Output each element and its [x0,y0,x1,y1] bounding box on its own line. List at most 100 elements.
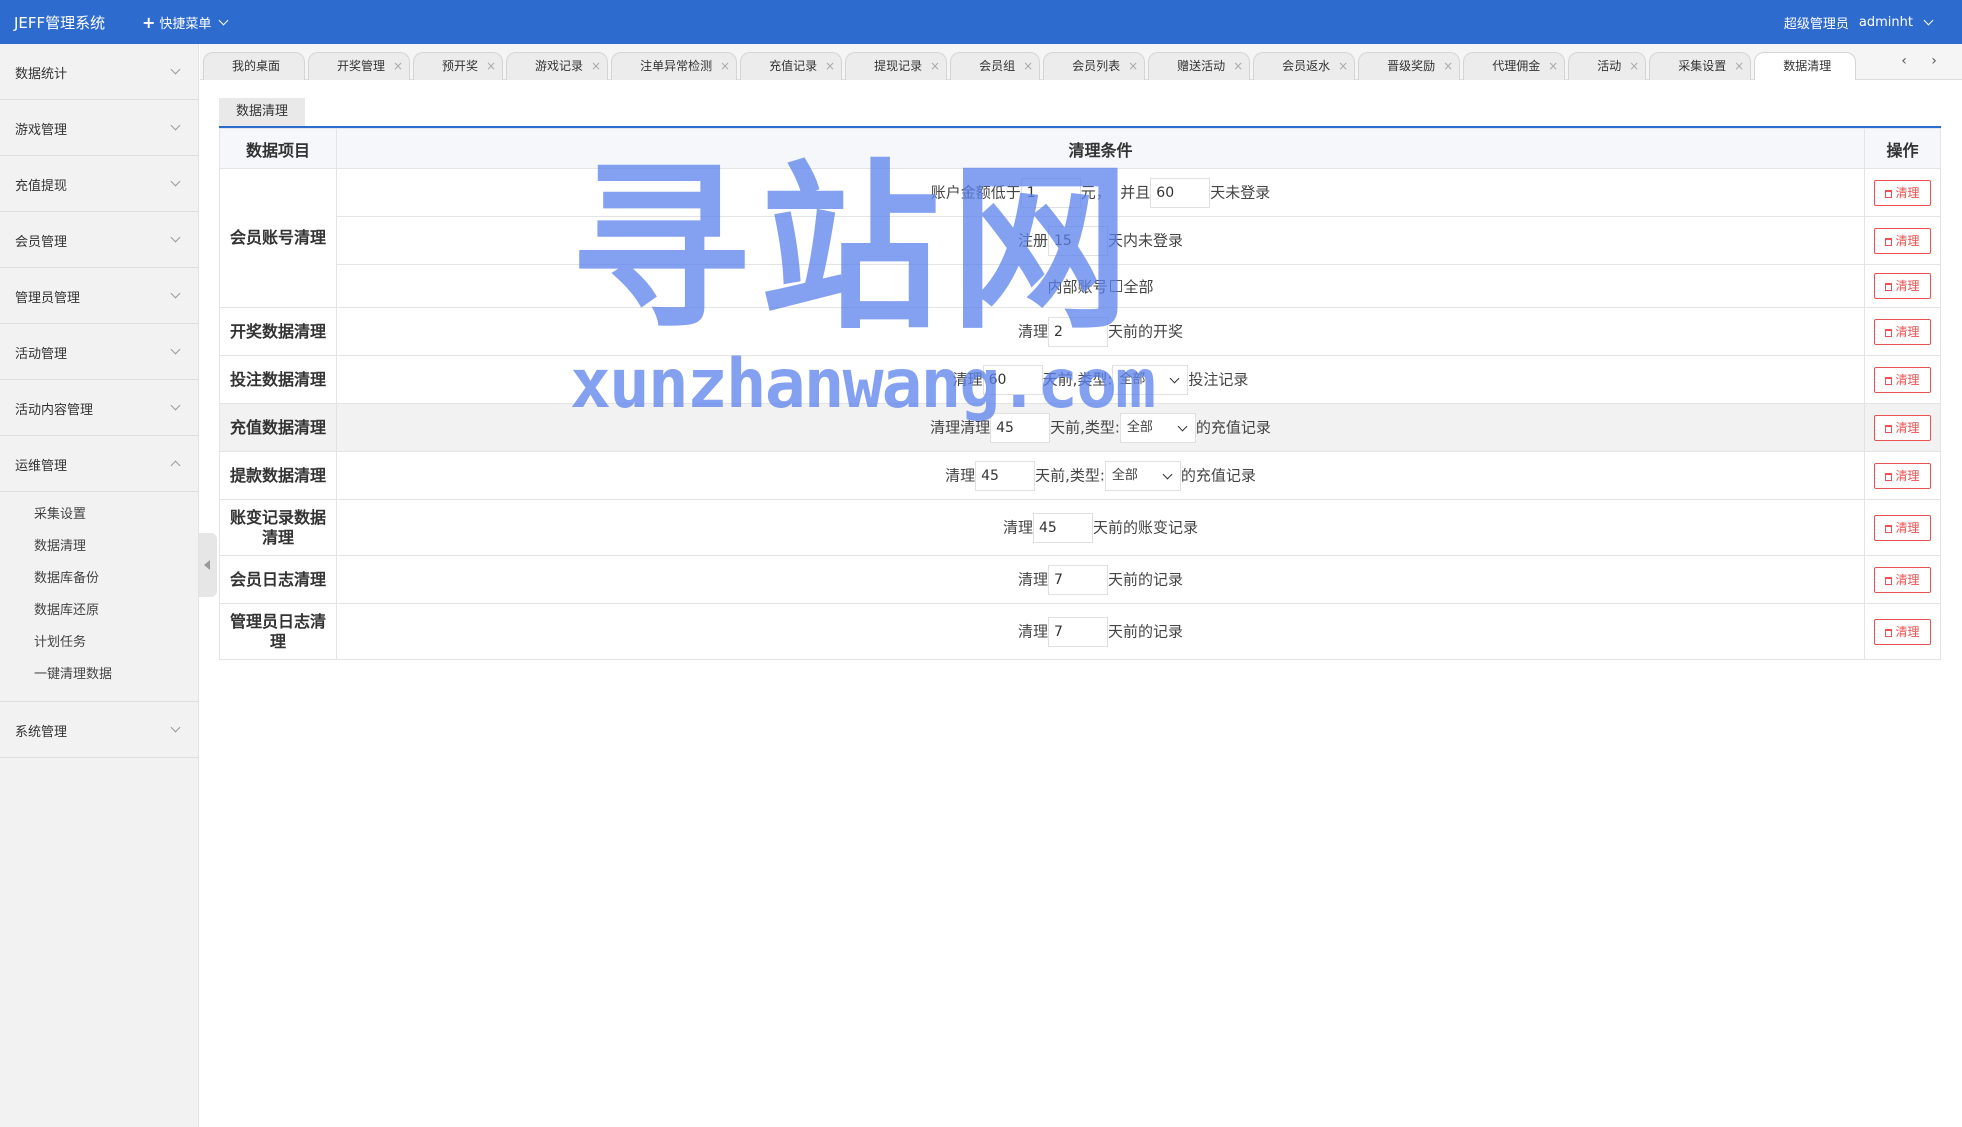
sidebar-item-finance[interactable]: 充值提现 [0,156,198,212]
header-condition: 清理条件 [336,128,1865,169]
tab-prev-button[interactable]: ‹ [1891,50,1917,74]
close-icon[interactable]: × [1023,53,1033,80]
user-menu[interactable]: 超级管理员 adminht [1783,13,1934,32]
table-row: 会员账号清理 账户金额低于 元， 并且 天未登录 清理 [219,168,1941,308]
user-role: 超级管理员 [1783,17,1849,32]
tab-activity[interactable]: 活动 × [1568,52,1647,80]
close-icon[interactable]: × [393,53,403,80]
app-brand[interactable]: JEFF管理系统 [14,12,105,33]
all-checkbox[interactable] [1109,280,1122,292]
tab-label: 充值记录 [769,59,818,73]
balance-threshold-input[interactable] [1020,177,1081,208]
member-log-days-input[interactable] [1048,564,1108,595]
inactive-days-input[interactable] [1150,177,1211,208]
table-row: 投注数据清理 清理 天前,类型: 全部 投注记录 清理 [219,355,1941,404]
admin-log-days-input[interactable] [1048,616,1108,647]
sidebar-item-activities[interactable]: 活动管理 [0,324,198,380]
tab-member-groups[interactable]: 会员组 × [950,52,1041,80]
tab-agent-commission[interactable]: 代理佣金 × [1463,52,1566,80]
clean-button[interactable]: 清理 [1874,514,1931,541]
quick-menu-button[interactable]: + 快捷菜单 [142,12,229,32]
close-icon[interactable]: × [1233,53,1243,80]
trash-icon [1885,189,1893,198]
clean-button[interactable]: 清理 [1874,273,1931,299]
withdraw-days-input[interactable] [975,460,1036,491]
sidebar-item-admins[interactable]: 管理员管理 [0,268,198,324]
close-icon[interactable]: × [1548,53,1558,80]
clean-button[interactable]: 清理 [1874,462,1931,489]
submenu-item-collect-settings[interactable]: 采集设置 [0,499,198,531]
clean-button[interactable]: 清理 [1874,179,1931,206]
sidebar-item-games[interactable]: 游戏管理 [0,100,198,156]
clean-button[interactable]: 清理 [1874,227,1931,254]
row-action: 清理 [1864,355,1941,404]
clean-button[interactable]: 清理 [1874,318,1931,345]
close-icon[interactable]: × [825,53,835,80]
tab-collect-settings[interactable]: 采集设置 × [1649,52,1752,80]
sidebar-item-members[interactable]: 会员管理 [0,212,198,268]
sidebar-collapse-handle[interactable] [199,533,217,597]
tab-member-list[interactable]: 会员列表 × [1043,52,1146,80]
tab-bet-anomaly[interactable]: 注单异常检测 × [611,52,738,80]
sidebar-item-stats[interactable]: 数据统计 [0,44,198,100]
tab-member-rebate[interactable]: 会员返水 × [1253,52,1356,80]
tab-data-clean[interactable]: 数据清理 [1754,52,1857,80]
tab-recharge-records[interactable]: 充值记录 × [740,52,843,80]
close-icon[interactable]: × [591,53,601,80]
tab-pre-lottery[interactable]: 预开奖 × [413,52,504,80]
tab-gift-activity[interactable]: 赠送活动 × [1148,52,1251,80]
quick-menu-label: 快捷菜单 [159,17,212,32]
submenu-item-one-click-clean[interactable]: 一键清理数据 [0,659,198,691]
close-icon[interactable]: × [1734,53,1744,80]
close-icon[interactable]: × [1629,53,1639,80]
clean-button[interactable]: 清理 [1874,366,1931,393]
tab-label: 我的桌面 [232,59,281,73]
submenu-item-db-backup[interactable]: 数据库备份 [0,563,198,595]
plus-icon: + [142,12,156,32]
tab-withdraw-records[interactable]: 提现记录 × [845,52,948,80]
recharge-type-select[interactable]: 全部 [1119,412,1196,443]
sidebar-item-ops[interactable]: 运维管理 [0,436,198,492]
table-row: 管理员日志清理 清理 天前的记录 清理 [219,603,1941,660]
tab-lottery-manage[interactable]: 开奖管理 × [308,52,411,80]
tab-desktop[interactable]: 我的桌面 [203,52,306,80]
submenu-item-data-clean[interactable]: 数据清理 [0,531,198,563]
withdraw-type-select[interactable]: 全部 [1104,460,1181,491]
submenu-item-scheduled-tasks[interactable]: 计划任务 [0,627,198,659]
select-value: 全部 [1111,467,1138,483]
close-icon[interactable]: × [1338,53,1348,80]
sidebar-item-system[interactable]: 系统管理 [0,702,198,758]
clean-button-label: 清理 [1895,372,1920,387]
account-change-days-input[interactable] [1033,512,1093,543]
close-icon[interactable]: × [720,53,730,80]
tab-label: 晋级奖励 [1387,59,1436,73]
condition-text: 元， [1080,183,1111,201]
submenu-item-db-restore[interactable]: 数据库还原 [0,595,198,627]
clean-button-label: 清理 [1895,572,1920,587]
tab-label: 开奖管理 [337,59,386,73]
close-icon[interactable]: × [1443,53,1453,80]
register-days-input[interactable] [1048,225,1108,256]
clean-button[interactable]: 清理 [1874,414,1931,441]
row-action: 清理 [1864,403,1941,452]
trash-icon [1885,376,1893,385]
row-name: 会员账号清理 [219,168,337,308]
clean-button[interactable]: 清理 [1874,566,1931,593]
close-icon[interactable]: × [486,53,496,80]
close-icon[interactable]: × [930,53,940,80]
close-icon[interactable]: × [1128,53,1138,80]
chevron-up-icon [170,460,181,471]
bet-days-input[interactable] [982,364,1043,395]
content-tab-data-clean[interactable]: 数据清理 [219,98,305,126]
bet-type-select[interactable]: 全部 [1112,364,1189,395]
tab-game-records[interactable]: 游戏记录 × [506,52,609,80]
lottery-days-input[interactable] [1048,316,1108,347]
chevron-down-icon [170,400,181,411]
sidebar-item-label: 会员管理 [15,235,68,250]
row-action: 清理 [1864,451,1941,500]
tab-next-button[interactable]: › [1921,50,1947,74]
sidebar-item-activity-content[interactable]: 活动内容管理 [0,380,198,436]
recharge-days-input[interactable] [990,412,1051,443]
clean-button[interactable]: 清理 [1874,618,1931,645]
tab-promotion-reward[interactable]: 晋级奖励 × [1358,52,1461,80]
